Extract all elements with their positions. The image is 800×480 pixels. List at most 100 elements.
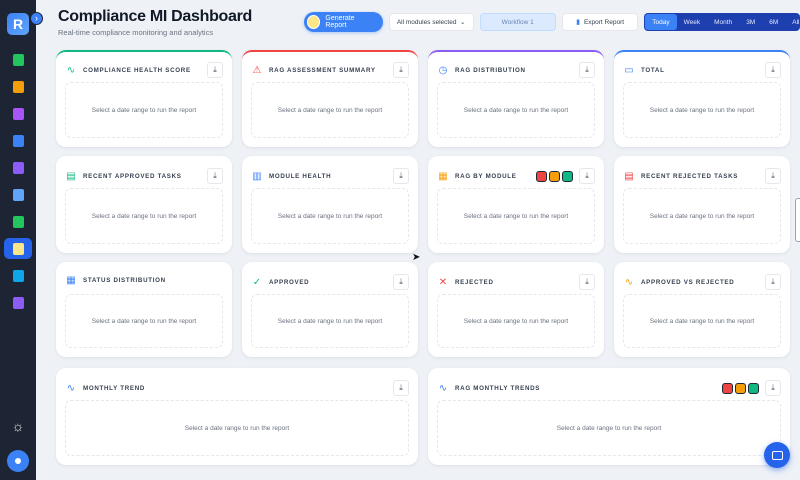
card-title: APPROVED xyxy=(269,278,310,286)
card-header: ∿ COMPLIANCE HEALTH SCORE ⤓ xyxy=(65,62,223,78)
sidebar-item-id-card[interactable] xyxy=(4,184,32,205)
download-icon[interactable]: ⤓ xyxy=(393,380,409,396)
sidebar-item-list[interactable] xyxy=(4,292,32,313)
card-title: RAG ASSESSMENT SUMMARY xyxy=(269,66,376,74)
range-today[interactable]: Today xyxy=(645,14,677,30)
sidebar-item-money[interactable] xyxy=(4,211,32,232)
card-empty-state: Select a date range to run the report xyxy=(437,188,595,244)
rag-legend xyxy=(722,382,759,394)
export-report-button[interactable]: ▮ Export Report xyxy=(561,13,639,31)
range-6m[interactable]: 6M xyxy=(762,14,785,30)
download-icon[interactable]: ⤓ xyxy=(579,62,595,78)
grid-icon: ▦ xyxy=(438,170,448,182)
rag-swatch-red[interactable] xyxy=(536,170,547,182)
generate-report-button[interactable]: Generate Report xyxy=(304,12,383,32)
download-icon[interactable]: ⤓ xyxy=(207,168,223,184)
sidebar-collapse-button[interactable]: › xyxy=(30,12,43,25)
sidebar-item-shield[interactable] xyxy=(4,130,32,151)
money-icon xyxy=(12,215,24,228)
sidebar-item-chart[interactable] xyxy=(4,238,32,259)
download-icon[interactable]: ⤓ xyxy=(579,168,595,184)
users-icon xyxy=(12,107,24,120)
card-rag-by-module: ▦ RAG BY MODULE ⤓ Select a date range to ru… xyxy=(428,156,604,253)
chart-icon: ▮ xyxy=(576,19,580,26)
sidebar-item-document[interactable] xyxy=(4,49,32,70)
rag-swatch-green[interactable] xyxy=(748,382,759,394)
theme-toggle-icon[interactable]: ☼ xyxy=(12,418,25,434)
list-icon xyxy=(12,296,24,309)
chevron-down-icon: ⌄ xyxy=(460,19,466,26)
file-check-icon: ▤ xyxy=(66,170,76,182)
card-title: COMPLIANCE HEALTH SCORE xyxy=(83,66,191,74)
app-logo: R xyxy=(7,13,29,35)
rag-swatch-green[interactable] xyxy=(562,170,573,182)
empty-state-text: Select a date range to run the report xyxy=(649,317,755,325)
card-recent-approved-tasks: ▤ RECENT APPROVED TASKS ⤓ Select a date ran… xyxy=(56,156,232,253)
user-avatar[interactable] xyxy=(7,450,29,472)
empty-state-text: Select a date range to run the report xyxy=(184,424,290,432)
download-icon[interactable]: ⤓ xyxy=(765,274,781,290)
page-subtitle: Real-time compliance monitoring and anal… xyxy=(58,28,214,37)
download-icon[interactable]: ⤓ xyxy=(393,168,409,184)
pulse-icon: ∿ xyxy=(438,382,448,394)
card-title: REJECTED xyxy=(455,278,494,286)
card-title: RECENT APPROVED TASKS xyxy=(83,172,182,180)
clipboard-icon xyxy=(12,161,24,174)
rag-swatch-amber[interactable] xyxy=(735,382,746,394)
card-empty-state: Select a date range to run the report xyxy=(251,188,409,244)
card-title: MODULE HEALTH xyxy=(269,172,332,180)
side-panel-handle[interactable] xyxy=(795,198,800,242)
card-empty-state: Select a date range to run the report xyxy=(623,188,781,244)
rag-swatch-amber[interactable] xyxy=(549,170,560,182)
range-week[interactable]: Week xyxy=(677,14,708,30)
page-header: Compliance MI Dashboard Real-time compli… xyxy=(58,8,252,37)
x-circle-icon: ✕ xyxy=(438,276,448,288)
download-icon[interactable]: ⤓ xyxy=(579,274,595,290)
card-title: RAG BY MODULE xyxy=(455,172,517,180)
file-x-icon: ▤ xyxy=(624,170,634,182)
download-icon[interactable]: ⤓ xyxy=(765,168,781,184)
card-title: STATUS DISTRIBUTION xyxy=(83,276,166,284)
mouse-cursor-icon: ➤ xyxy=(412,252,421,263)
range-month[interactable]: Month xyxy=(707,14,739,30)
chat-button[interactable] xyxy=(764,442,790,468)
pulse-icon: ∿ xyxy=(66,382,76,394)
card-rag-monthly-trends: ∿ RAG MONTHLY TRENDS ⤓ Select a date range … xyxy=(428,368,790,465)
rag-swatch-red[interactable] xyxy=(722,382,733,394)
card-empty-state: Select a date range to run the report xyxy=(65,82,223,138)
card-compliance-health-score: ∿ COMPLIANCE HEALTH SCORE ⤓ Select a date r… xyxy=(56,50,232,147)
range-3m[interactable]: 3M xyxy=(739,14,762,30)
sidebar: R ☼ xyxy=(0,0,36,480)
warning-icon: ⚠ xyxy=(252,64,262,76)
empty-state-text: Select a date range to run the report xyxy=(277,106,383,114)
card-recent-rejected-tasks: ▤ RECENT REJECTED TASKS ⤓ Select a date ran… xyxy=(614,156,790,253)
clock-icon: ◷ xyxy=(438,64,448,76)
card-empty-state: Select a date range to run the report xyxy=(251,294,409,348)
modules-select[interactable]: All modules selected ⌄ xyxy=(388,13,474,31)
card-title: TOTAL xyxy=(641,66,665,74)
empty-state-text: Select a date range to run the report xyxy=(277,317,383,325)
range-all[interactable]: All xyxy=(785,14,800,30)
download-icon[interactable]: ⤓ xyxy=(765,380,781,396)
download-icon[interactable]: ⤓ xyxy=(765,62,781,78)
toolbar: Generate Report All modules selected ⌄ W… xyxy=(304,12,800,32)
report-icon xyxy=(12,269,24,282)
check-circle-icon: ✓ xyxy=(252,276,262,288)
workflow-select[interactable]: Workflow 1 xyxy=(479,13,556,31)
sidebar-item-calendar[interactable] xyxy=(4,76,32,97)
download-icon[interactable]: ⤓ xyxy=(393,274,409,290)
card-header: ∿ APPROVED VS REJECTED ⤓ xyxy=(623,274,781,290)
empty-state-text: Select a date range to run the report xyxy=(91,106,197,114)
card-total: ▭ TOTAL ⤓ Select a date range to run the re… xyxy=(614,50,790,147)
sidebar-item-report[interactable] xyxy=(4,265,32,286)
empty-state-text: Select a date range to run the report xyxy=(463,212,569,220)
document-icon xyxy=(12,53,24,66)
download-icon[interactable]: ⤓ xyxy=(393,62,409,78)
sidebar-item-clipboard[interactable] xyxy=(4,157,32,178)
chat-icon xyxy=(771,450,783,460)
empty-state-text: Select a date range to run the report xyxy=(277,212,383,220)
sidebar-item-users[interactable] xyxy=(4,103,32,124)
card-empty-state: Select a date range to run the report xyxy=(437,82,595,138)
download-icon[interactable]: ⤓ xyxy=(207,62,223,78)
card-status-distribution: ▦ STATUS DISTRIBUTION Select a date range … xyxy=(56,262,232,357)
